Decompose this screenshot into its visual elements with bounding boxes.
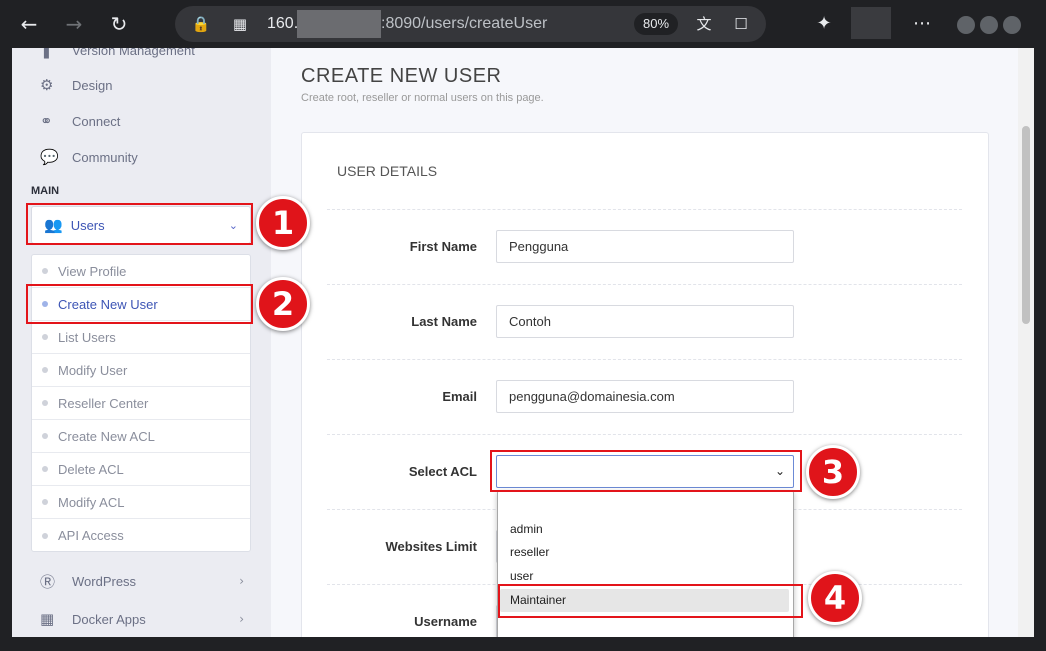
zoom-badge[interactable]: 80% bbox=[634, 13, 678, 35]
annotation-box-4 bbox=[498, 584, 803, 618]
back-arrow-icon[interactable]: ← bbox=[15, 10, 43, 38]
version-icon: ❚ bbox=[40, 48, 53, 59]
chat-icon: 💬 bbox=[40, 148, 59, 166]
reload-icon[interactable]: ↻ bbox=[105, 10, 133, 38]
bullet-icon bbox=[42, 499, 48, 505]
submenu-item-modify-acl[interactable]: Modify ACL bbox=[32, 486, 250, 519]
sidebar-item-design[interactable]: ⚙ Design bbox=[40, 73, 112, 97]
lock-icon[interactable]: 🔒 bbox=[191, 14, 211, 34]
websites-limit-label: Websites Limit bbox=[385, 539, 477, 554]
submenu-item-modify-user[interactable]: Modify User bbox=[32, 354, 250, 387]
url-redacted-block bbox=[297, 10, 381, 38]
bookmark-icon[interactable]: ☐ bbox=[731, 14, 751, 34]
annotation-box-3 bbox=[490, 450, 802, 492]
sidebar-item-community[interactable]: 💬 Community bbox=[40, 145, 138, 169]
bullet-icon bbox=[42, 532, 48, 539]
bullet-icon bbox=[42, 334, 48, 340]
last-name-label: Last Name bbox=[411, 314, 477, 329]
annotation-box-2 bbox=[26, 284, 253, 324]
bullet-icon bbox=[42, 268, 48, 274]
annotation-box-1 bbox=[26, 203, 253, 245]
annotation-badge-3: 3 bbox=[806, 445, 860, 499]
window-bottom-edge bbox=[0, 637, 1046, 651]
page-title: CREATE NEW USER bbox=[301, 65, 502, 87]
submenu-item-reseller-center[interactable]: Reseller Center bbox=[32, 387, 250, 420]
window-maximize-dot[interactable] bbox=[980, 16, 998, 34]
divider bbox=[327, 209, 962, 210]
section-title: USER DETAILS bbox=[337, 163, 438, 179]
submenu-item-label: Modify User bbox=[58, 362, 128, 378]
submenu-item-label: List Users bbox=[58, 329, 116, 345]
sidebar-item-label: Design bbox=[72, 77, 113, 93]
last-name-input[interactable]: Contoh bbox=[496, 305, 794, 338]
sidebar: ❚ Version Management ⚙ Design ⚭ Connect … bbox=[12, 48, 271, 637]
window-close-dot[interactable] bbox=[1003, 16, 1021, 34]
divider bbox=[327, 434, 962, 435]
acl-option-reseller[interactable]: reseller bbox=[500, 541, 789, 564]
sidebar-item-docker-apps[interactable]: ▦ Docker Apps › bbox=[40, 607, 244, 631]
profile-avatar[interactable] bbox=[851, 7, 891, 39]
gear-icon: ⚙ bbox=[40, 76, 54, 94]
sidebar-item-wordpress[interactable]: Ⓡ WordPress › bbox=[40, 569, 244, 593]
divider bbox=[327, 284, 962, 285]
sidebar-item-version-management[interactable]: ❚ Version Management bbox=[40, 48, 195, 62]
bullet-icon bbox=[42, 433, 48, 439]
sidebar-section-heading: MAIN bbox=[31, 185, 60, 197]
chevron-right-icon: › bbox=[239, 612, 244, 626]
divider bbox=[327, 359, 962, 360]
chevron-right-icon: › bbox=[239, 574, 244, 588]
link-icon: ⚭ bbox=[40, 112, 53, 130]
sidebar-item-label: Docker Apps bbox=[72, 611, 146, 627]
sidebar-item-label: Version Management bbox=[72, 48, 195, 58]
url-host: 160. bbox=[267, 15, 299, 32]
scrollbar-thumb[interactable] bbox=[1022, 126, 1030, 324]
translate-icon[interactable]: 文 bbox=[694, 14, 714, 34]
site-settings-icon[interactable]: ▦ bbox=[230, 14, 250, 34]
email-input[interactable]: pengguna@domainesia.com bbox=[496, 380, 794, 413]
bullet-icon bbox=[42, 367, 48, 373]
sidebar-item-label: Connect bbox=[72, 113, 121, 129]
submenu-item-label: Create New ACL bbox=[58, 428, 155, 444]
submenu-item-label: View Profile bbox=[58, 263, 127, 279]
submenu-item-list-users[interactable]: List Users bbox=[32, 321, 250, 354]
window-minimize-dot[interactable] bbox=[957, 16, 975, 34]
first-name-input[interactable]: Pengguna bbox=[496, 230, 794, 263]
address-bar[interactable]: 🔒 ▦ 160. :8090/users/createUser 80% 文 ☐ bbox=[175, 6, 766, 42]
page-viewport: ❚ Version Management ⚙ Design ⚭ Connect … bbox=[12, 48, 1034, 637]
docker-icon: ▦ bbox=[40, 610, 55, 628]
more-icon[interactable]: ⋯ bbox=[908, 10, 936, 38]
email-label: Email bbox=[442, 389, 477, 404]
acl-option-admin[interactable]: admin bbox=[500, 518, 789, 541]
puzzle-icon[interactable]: ✦ bbox=[810, 10, 838, 38]
bullet-icon bbox=[42, 466, 48, 472]
submenu-item-delete-acl[interactable]: Delete ACL bbox=[32, 453, 250, 486]
annotation-badge-1: 1 bbox=[256, 196, 310, 250]
select-acl-label: Select ACL bbox=[408, 464, 477, 479]
wordpress-icon: Ⓡ bbox=[40, 572, 56, 591]
first-name-label: First Name bbox=[409, 239, 477, 254]
forward-arrow-icon[interactable]: → bbox=[60, 10, 88, 38]
browser-toolbar: ← → ↻ 🔒 ▦ 160. :8090/users/createUser 80… bbox=[0, 0, 1046, 48]
submenu-item-api-access[interactable]: API Access bbox=[32, 519, 250, 552]
sidebar-item-connect[interactable]: ⚭ Connect bbox=[40, 109, 120, 133]
annotation-badge-2: 2 bbox=[256, 277, 310, 331]
submenu-item-label: Reseller Center bbox=[58, 395, 149, 411]
page-subtitle: Create root, reseller or normal users on… bbox=[301, 92, 544, 104]
submenu-item-label: Delete ACL bbox=[58, 461, 124, 477]
username-label: Username bbox=[414, 614, 477, 629]
annotation-badge-4: 4 bbox=[808, 571, 862, 625]
submenu-item-create-new-acl[interactable]: Create New ACL bbox=[32, 420, 250, 453]
bullet-icon bbox=[42, 400, 48, 406]
sidebar-item-label: WordPress bbox=[72, 573, 137, 589]
page-scrollbar[interactable] bbox=[1018, 48, 1034, 637]
submenu-item-label: Modify ACL bbox=[58, 494, 125, 510]
submenu-item-label: API Access bbox=[58, 528, 124, 543]
sidebar-item-label: Community bbox=[72, 149, 138, 165]
url-path: :8090/users/createUser bbox=[381, 15, 548, 32]
